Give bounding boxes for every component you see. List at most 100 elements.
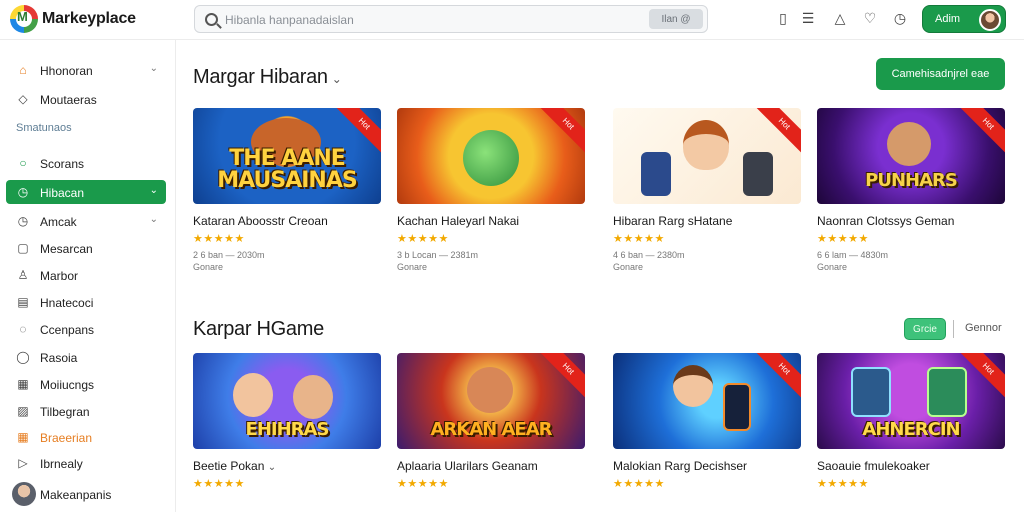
game-thumbnail[interactable]: THE AANE MAUSAINAS Hot bbox=[193, 108, 381, 204]
search-bar: Ilan @ bbox=[194, 5, 708, 33]
sidebar-user[interactable]: Makeanpanis bbox=[12, 482, 172, 508]
sidebar-item-label: Hnatecoci bbox=[40, 296, 94, 310]
sidebar-item-label: Hhonoran bbox=[40, 64, 93, 78]
search-button[interactable]: Ilan @ bbox=[649, 9, 703, 29]
phone-shape bbox=[723, 383, 751, 431]
sidebar-item-label: Rasoia bbox=[40, 351, 78, 365]
character-head-shape bbox=[673, 365, 713, 407]
sidebar-item-hnatecoci[interactable]: ▤ Hnatecoci bbox=[6, 290, 166, 314]
game-genre: Gonare bbox=[613, 262, 644, 272]
grid-icon: ▦ bbox=[17, 430, 29, 444]
section-title-2[interactable]: Karpar HGame bbox=[193, 318, 324, 341]
app-brand[interactable]: Markeyplace bbox=[42, 10, 136, 28]
globe-shape bbox=[463, 130, 519, 186]
filter-link[interactable]: Gennor bbox=[965, 322, 1002, 334]
sidebar-item-ibrnealy[interactable]: ▷ Ibrnealy bbox=[6, 451, 166, 475]
hot-badge: Hot bbox=[537, 353, 585, 400]
game-title: Saoauie fmulekoaker bbox=[817, 459, 930, 473]
search-input[interactable] bbox=[225, 10, 635, 30]
game-title: Hibaran Rarg sHatane bbox=[613, 214, 733, 228]
sidebar-item-label: Braeerian bbox=[40, 431, 93, 445]
sidebar-item-scorans[interactable]: ○ Scorans bbox=[6, 151, 166, 175]
game-thumbnail[interactable]: PUNHARS Hot bbox=[817, 108, 1005, 204]
game-genre: Gonare bbox=[397, 262, 428, 272]
sidebar-item-moiiucngs[interactable]: ▦ Moiiucngs bbox=[6, 372, 166, 396]
hot-badge: Hot bbox=[753, 353, 801, 400]
rating-stars: ★★★★★ bbox=[397, 478, 449, 490]
phone-left-shape bbox=[641, 152, 671, 196]
game-meta: 6 6 lam — 4830m bbox=[817, 250, 889, 260]
phone-left-shape bbox=[851, 367, 891, 417]
game-thumbnail[interactable]: Hot bbox=[613, 108, 801, 204]
chat-icon: ◯ bbox=[16, 350, 30, 364]
game-genre: Gonare bbox=[193, 262, 224, 272]
play-icon: ▷ bbox=[18, 456, 28, 470]
game-thumbnail[interactable]: Hot bbox=[397, 108, 585, 204]
sidebar-item-tilbegran[interactable]: ▨ Tilbegran bbox=[6, 399, 166, 423]
sidebar-item-rasoia[interactable]: ◯ Rasoia bbox=[6, 345, 166, 369]
game-genre: Gonare bbox=[817, 262, 848, 272]
game-meta: 3 b Locan — 2381m bbox=[397, 250, 479, 260]
user-menu-button[interactable]: Adim bbox=[922, 5, 1006, 33]
chat-icon: ◌ bbox=[19, 322, 27, 336]
hot-badge: Hot bbox=[537, 108, 585, 155]
hot-badge: Hot bbox=[753, 108, 801, 155]
create-button[interactable]: Camehisadnjrel eae bbox=[876, 58, 1005, 90]
user-avatar bbox=[979, 9, 1001, 31]
sidebar-item-amcak[interactable]: ◷ Amcak ⌄ bbox=[6, 209, 166, 233]
game-meta: 4 6 ban — 2380m bbox=[613, 250, 685, 260]
user-button-label: Adim bbox=[935, 13, 961, 25]
game-thumbnail[interactable]: EHIHRAS bbox=[193, 353, 381, 449]
rating-stars: ★★★★★ bbox=[193, 233, 245, 245]
rating-stars: ★★★★★ bbox=[397, 233, 449, 245]
sidebar-item-label: Marbor bbox=[40, 269, 79, 283]
image-icon: ▨ bbox=[17, 404, 29, 418]
tablet-icon[interactable]: ▯ bbox=[775, 10, 791, 26]
search-icon bbox=[205, 13, 218, 26]
sidebar-item-moutaeras[interactable]: ◇ Moutaeras bbox=[6, 87, 166, 111]
sidebar-item-braeerian[interactable]: ▦ Braeerian bbox=[6, 425, 166, 449]
sidebar-item-hibacan[interactable]: ◷ Hibacan ⌄ bbox=[6, 180, 166, 204]
sidebar-item-ccenpans[interactable]: ◌ Ccenpans bbox=[6, 317, 166, 341]
sidebar-item-label: Moiiucngs bbox=[40, 378, 95, 392]
shield-icon: ◇ bbox=[18, 92, 28, 106]
game-thumbnail[interactable]: ARKAN AEAR Hot bbox=[397, 353, 585, 449]
thumbnail-caption: EHIHRAS bbox=[245, 419, 330, 440]
clock-icon: ◷ bbox=[17, 185, 29, 199]
section-title-text: Margar Hibaran bbox=[193, 66, 328, 88]
chevron-down-icon: ⌄ bbox=[149, 214, 158, 225]
chevron-down-icon: ⌄ bbox=[149, 185, 158, 196]
chevron-down-icon: ⌄ bbox=[149, 63, 158, 74]
rating-stars: ★★★★★ bbox=[613, 478, 665, 490]
home-icon: ⌂ bbox=[19, 63, 27, 77]
thumbnail-caption: PUNHARS bbox=[865, 170, 958, 191]
sidebar-item-hhonoran[interactable]: ⌂ Hhonoran ⌄ bbox=[6, 58, 166, 82]
character-head-shape bbox=[467, 367, 513, 413]
clock-icon: ◷ bbox=[17, 214, 29, 228]
sidebar: ⌂ Hhonoran ⌄ ◇ Moutaeras Smatunaos ○ Sco… bbox=[0, 40, 176, 512]
character-head-shape bbox=[887, 122, 931, 166]
sidebar-item-label: Ibrnealy bbox=[40, 457, 83, 471]
game-thumbnail[interactable]: Hot bbox=[613, 353, 801, 449]
sidebar-item-label: Hibacan bbox=[40, 186, 85, 200]
section-title-1[interactable]: Margar Hibaran ⌄ bbox=[193, 66, 342, 89]
sidebar-item-marbor[interactable]: ♙ Marbor bbox=[6, 263, 166, 287]
toggle-button[interactable]: Grcie bbox=[904, 318, 946, 340]
avatar bbox=[12, 482, 36, 506]
rating-stars: ★★★★★ bbox=[613, 233, 665, 245]
game-thumbnail[interactable]: AHNERCIN Hot bbox=[817, 353, 1005, 449]
alert-icon[interactable]: △ bbox=[832, 10, 848, 26]
list-icon[interactable]: ☰ bbox=[800, 10, 816, 26]
game-title: Kataran Aboosstr Creoan bbox=[193, 214, 328, 228]
heart-icon[interactable]: ♡ bbox=[862, 10, 878, 26]
sidebar-item-label: Ccenpans bbox=[40, 323, 95, 337]
clock-icon[interactable]: ◷ bbox=[892, 10, 908, 26]
divider bbox=[953, 320, 954, 338]
game-title: Kachan Haleyarl Nakai bbox=[397, 214, 520, 228]
sidebar-item-mesarcan[interactable]: ▢ Mesarcan bbox=[6, 236, 166, 260]
rating-stars: ★★★★★ bbox=[817, 478, 869, 490]
chevron-down-icon: ⌄ bbox=[331, 72, 342, 86]
calendar-icon: ▦ bbox=[17, 377, 29, 391]
thumbnail-caption: THE AANE MAUSAINAS bbox=[217, 146, 357, 193]
character-head-shape bbox=[683, 120, 729, 170]
